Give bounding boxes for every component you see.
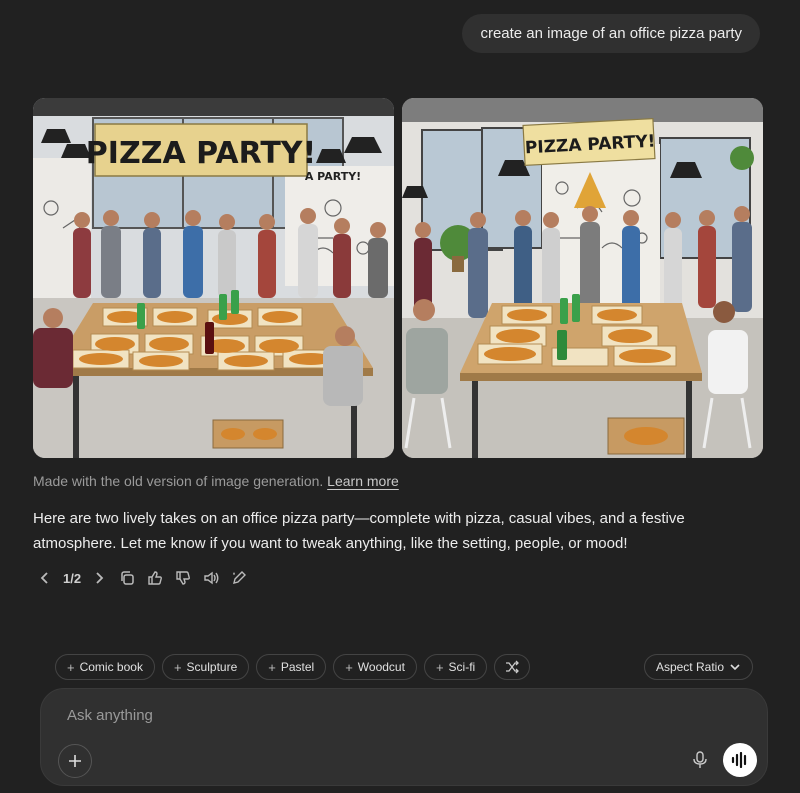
- style-chips: + Comic book + Sculpture + Pastel + Woodcut …: [55, 654, 753, 680]
- generated-images: PIZZA PARTY! A PARTY! PIZZA PARTY!: [33, 98, 763, 458]
- aspect-ratio-label: Aspect Ratio: [655, 660, 724, 674]
- style-chip-pastel[interactable]: + Pastel: [256, 654, 327, 680]
- plus-icon: [69, 755, 81, 767]
- response-pager: 1/2: [63, 570, 82, 586]
- read-aloud-icon[interactable]: [199, 566, 223, 590]
- plus-icon: +: [435, 659, 444, 675]
- message-composer[interactable]: Ask anything: [40, 688, 768, 786]
- add-attachment-button[interactable]: [58, 744, 92, 778]
- chip-label: Pastel: [280, 660, 315, 674]
- thumbs-up-icon[interactable]: [143, 566, 167, 590]
- learn-more-link[interactable]: Learn more: [327, 473, 399, 489]
- chip-label: Sculpture: [186, 660, 238, 674]
- chevron-left-icon[interactable]: [33, 566, 57, 590]
- chevron-down-icon: [730, 664, 740, 671]
- chip-label: Woodcut: [357, 660, 405, 674]
- style-chip-woodcut[interactable]: + Woodcut: [333, 654, 417, 680]
- plus-icon: +: [268, 659, 276, 675]
- voice-mode-button[interactable]: [723, 743, 757, 777]
- user-message-text: create an image of an office pizza party: [480, 25, 742, 42]
- chip-label: Comic book: [79, 660, 143, 674]
- shuffle-icon: [506, 660, 520, 674]
- chip-label: Sci-fi: [448, 660, 476, 674]
- plus-icon: +: [67, 659, 75, 675]
- generated-image-1[interactable]: PIZZA PARTY! A PARTY!: [33, 98, 394, 458]
- style-chip-comic-book[interactable]: + Comic book: [55, 654, 155, 680]
- image-generation-note: Made with the old version of image gener…: [33, 473, 399, 489]
- dictation-button[interactable]: [684, 744, 716, 776]
- user-message-bubble: create an image of an office pizza party: [462, 14, 760, 53]
- style-chip-sci-fi[interactable]: + Sci-fi: [423, 654, 488, 680]
- shuffle-style-button[interactable]: [494, 654, 531, 680]
- image-sign-text: A PARTY!: [305, 170, 361, 183]
- plus-icon: +: [345, 659, 353, 675]
- generated-image-2[interactable]: PIZZA PARTY!: [402, 98, 763, 458]
- response-text: Here are two lively takes on an office p…: [33, 510, 685, 552]
- assistant-response: Here are two lively takes on an office p…: [33, 506, 753, 556]
- plus-icon: +: [173, 659, 182, 675]
- edit-image-icon[interactable]: [227, 566, 251, 590]
- chevron-right-icon[interactable]: [87, 566, 111, 590]
- message-actions: 1/2: [33, 566, 251, 590]
- microphone-icon: [693, 751, 707, 768]
- style-chip-sculpture[interactable]: + Sculpture: [161, 654, 250, 680]
- thumbs-down-icon[interactable]: [171, 566, 195, 590]
- copy-icon[interactable]: [115, 566, 139, 590]
- aspect-ratio-dropdown[interactable]: Aspect Ratio: [643, 654, 753, 680]
- voice-waveform-icon: [731, 752, 747, 768]
- composer-input[interactable]: Ask anything: [67, 707, 153, 724]
- image-note-text: Made with the old version of image gener…: [33, 473, 324, 489]
- image-banner-text: PIZZA PARTY!: [86, 136, 316, 171]
